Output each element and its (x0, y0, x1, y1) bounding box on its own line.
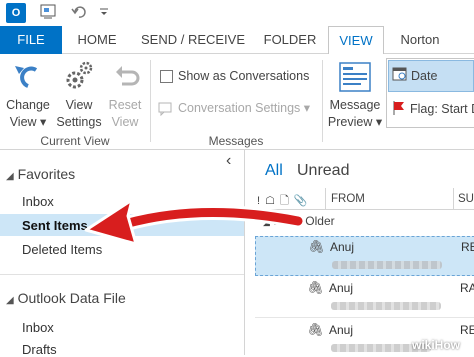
wikihow-watermark: wikiHow (412, 338, 461, 352)
annotation-arrow (84, 198, 306, 246)
